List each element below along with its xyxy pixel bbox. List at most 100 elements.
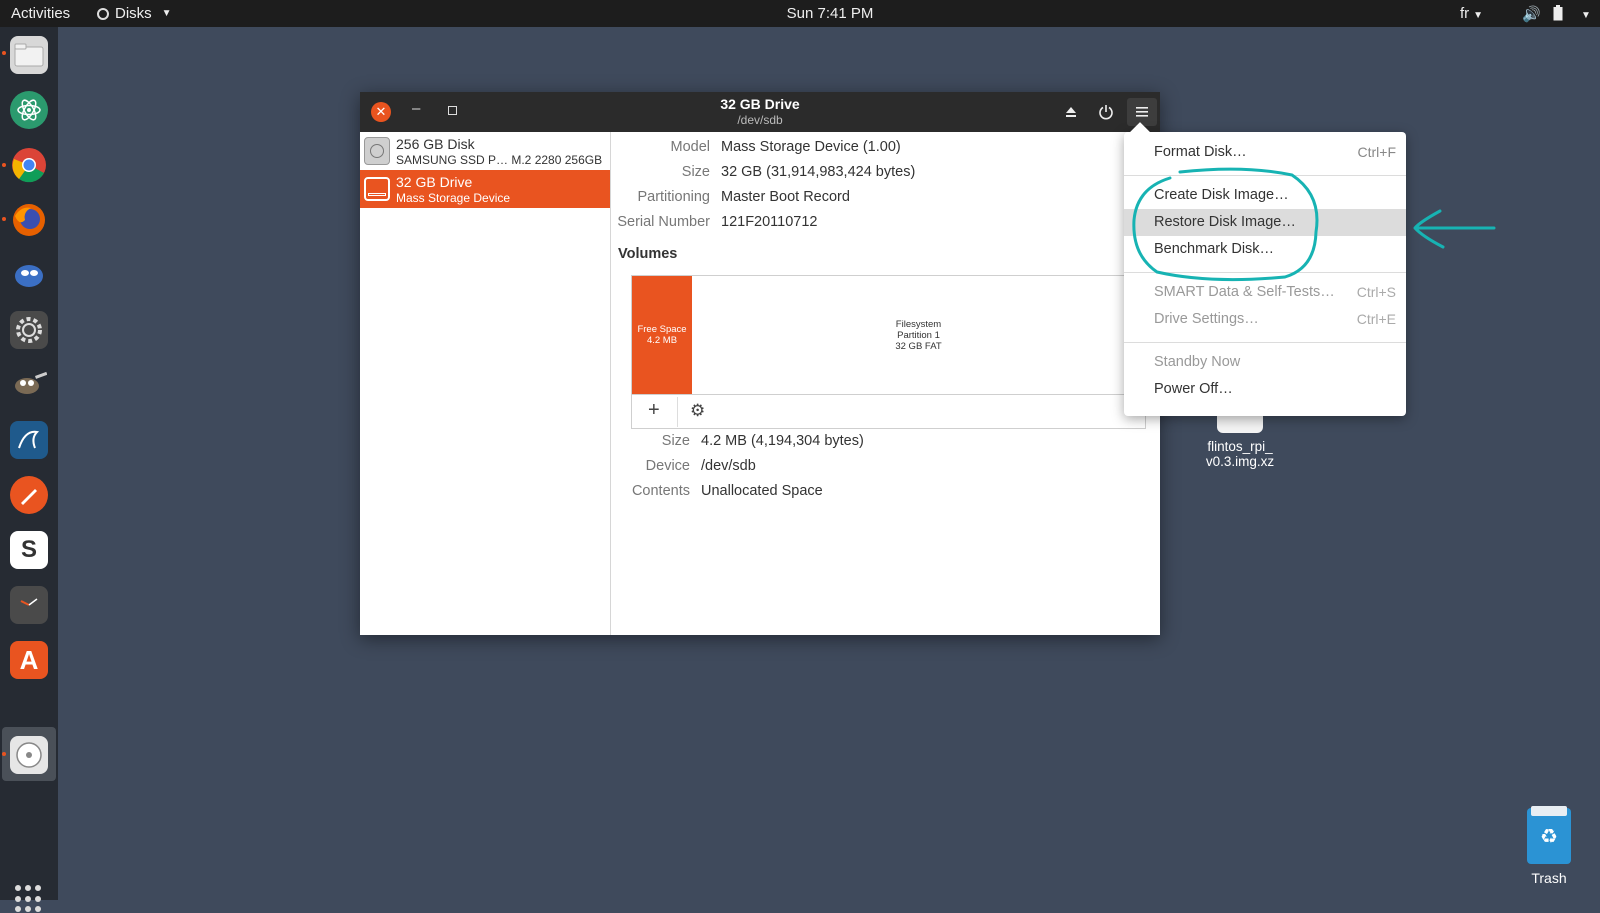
top-bar: Activities Disks ▼ Sun 7:41 PM fr ▼ 🔊 ▼ (0, 0, 1600, 27)
gimp-icon[interactable] (10, 366, 48, 404)
trash-icon: ♻ (1527, 806, 1571, 864)
atom-icon[interactable] (10, 91, 48, 129)
drive-list-item-selected[interactable]: 32 GB Drive Mass Storage Device (360, 170, 610, 208)
menu-item-smart-data[interactable]: SMART Data & Self-Tests… Ctrl+S (1124, 279, 1406, 306)
window-title: 32 GB Drive (720, 96, 800, 112)
model-value: Mass Storage Device (1.00) (721, 139, 901, 155)
menu-separator (1124, 175, 1406, 176)
menu-item-drive-settings[interactable]: Drive Settings… Ctrl+E (1124, 306, 1406, 333)
remmina-icon[interactable] (10, 256, 48, 294)
running-indicator (2, 217, 6, 221)
disks-icon[interactable] (10, 736, 48, 774)
drive-list: 256 GB Disk SAMSUNG SSD P… M.2 2280 256G… (360, 132, 611, 635)
running-indicator (2, 752, 6, 756)
toolbar-divider (677, 397, 678, 427)
serial-value: 121F20110712 (721, 214, 818, 230)
menu-item-label: Standby Now (1154, 354, 1241, 370)
files-icon[interactable] (10, 36, 48, 74)
eject-icon[interactable] (1056, 98, 1086, 126)
menu-item-shortcut: Ctrl+S (1356, 284, 1396, 300)
size-value: 32 GB (31,914,983,424 bytes) (721, 164, 916, 180)
volumes-heading: Volumes (618, 246, 678, 262)
window-subtitle: /dev/sdb (737, 113, 783, 127)
partitioning-value: Master Boot Record (721, 189, 850, 205)
menu-item-format-disk[interactable]: Format Disk… Ctrl+F (1124, 139, 1406, 166)
desktop-trash[interactable]: ♻ Trash (1515, 806, 1583, 886)
system-menu-chevron-icon[interactable]: ▼ (1577, 5, 1591, 22)
volume-size-value: 4.2 MB (4,194,304 bytes) (701, 433, 864, 449)
menu-item-label: Power Off… (1154, 381, 1233, 397)
power-icon[interactable] (1091, 98, 1121, 126)
partition-name: Partition 1 (897, 329, 940, 341)
drive-details: Model Mass Storage Device (1.00) Size 32… (611, 132, 1160, 635)
trash-label: Trash (1531, 870, 1567, 886)
menu-item-benchmark-disk[interactable]: Benchmark Disk… (1124, 236, 1406, 263)
contents-label: Contents (631, 483, 690, 499)
annotation-arrow (1413, 209, 1496, 249)
add-partition-icon[interactable]: + (648, 399, 660, 422)
firefox-icon[interactable] (10, 201, 48, 239)
volume-icon[interactable]: 🔊 (1522, 5, 1541, 23)
menu-separator (1124, 342, 1406, 343)
disks-window: ✕ – 32 GB Drive /dev/sdb 256 GB Disk SAM… (360, 92, 1160, 635)
menu-item-create-disk-image[interactable]: Create Disk Image… (1124, 182, 1406, 209)
partitioning-label: Partitioning (637, 189, 710, 205)
menu-separator (1124, 272, 1406, 273)
menu-item-shortcut: Ctrl+F (1357, 144, 1397, 160)
menu-item-label: SMART Data & Self-Tests… (1154, 284, 1335, 300)
menu-item-power-off[interactable]: Power Off… (1124, 376, 1406, 403)
menu-item-shortcut: Ctrl+E (1356, 311, 1396, 327)
battery-icon[interactable] (1553, 5, 1563, 25)
title-bar[interactable]: ✕ – 32 GB Drive /dev/sdb (360, 92, 1160, 132)
free-space-segment[interactable]: Free Space 4.2 MB (632, 276, 692, 394)
serial-label: Serial Number (617, 214, 710, 230)
desktop-file-label-line2: v0.3.img.xz (1205, 454, 1275, 469)
model-label: Model (670, 139, 711, 155)
chrome-icon[interactable] (10, 146, 48, 184)
drive-options-menu: Format Disk… Ctrl+F Create Disk Image… R… (1124, 132, 1406, 416)
partition-segment[interactable]: Filesystem Partition 1 32 GB FAT (692, 276, 1145, 394)
software-center-icon[interactable]: A (10, 641, 48, 679)
menu-item-standby-now[interactable]: Standby Now (1124, 349, 1406, 376)
device-label: Device (645, 458, 690, 474)
menu-item-label: Restore Disk Image… (1154, 214, 1296, 230)
usb-drive-icon (364, 177, 390, 201)
dock: S A (0, 27, 58, 913)
hamburger-menu-icon[interactable] (1127, 98, 1157, 126)
menu-item-restore-disk-image[interactable]: Restore Disk Image… (1124, 209, 1406, 236)
desktop-file-label-line1: flintos_rpi_ (1207, 439, 1273, 454)
partition-type: Filesystem (895, 318, 942, 330)
clock-app-icon[interactable] (10, 586, 48, 624)
hard-disk-icon (364, 137, 390, 165)
inkscape-icon[interactable] (10, 476, 48, 514)
menu-item-label: Benchmark Disk… (1154, 241, 1275, 257)
drive-list-item[interactable]: 256 GB Disk SAMSUNG SSD P… M.2 2280 256G… (360, 132, 610, 170)
free-space-size: 4.2 MB (646, 335, 678, 346)
drive-name: 32 GB Drive (396, 174, 473, 190)
size-label: Size (681, 164, 710, 180)
settings-icon[interactable] (10, 311, 48, 349)
chevron-down-icon: ▼ (1473, 10, 1484, 21)
gear-icon[interactable]: ⚙ (690, 401, 705, 421)
menu-item-label: Create Disk Image… (1154, 187, 1289, 203)
free-space-label: Free Space (637, 324, 687, 335)
running-indicator (2, 163, 6, 167)
volume-map: Free Space 4.2 MB Filesystem Partition 1… (631, 275, 1146, 429)
contents-value: Unallocated Space (701, 483, 823, 499)
language-label: fr (1460, 5, 1470, 22)
clock[interactable]: Sun 7:41 PM (0, 5, 1600, 22)
menu-item-label: Format Disk… (1154, 144, 1247, 160)
slack-icon[interactable]: S (10, 531, 48, 569)
drive-name: 256 GB Disk (396, 136, 475, 152)
menu-item-label: Drive Settings… (1154, 311, 1259, 327)
partition-size: 32 GB FAT (895, 340, 942, 352)
volume-toolbar: + ⚙ (632, 394, 1145, 429)
show-applications-icon[interactable] (15, 885, 43, 913)
volume-size-label: Size (661, 433, 690, 449)
drive-description: SAMSUNG SSD P… M.2 2280 256GB (396, 153, 603, 167)
language-indicator[interactable]: fr ▼ (1460, 5, 1483, 22)
drive-description: Mass Storage Device (396, 191, 511, 205)
mysql-workbench-icon[interactable] (10, 421, 48, 459)
running-indicator (2, 51, 6, 55)
device-value: /dev/sdb (701, 458, 756, 474)
